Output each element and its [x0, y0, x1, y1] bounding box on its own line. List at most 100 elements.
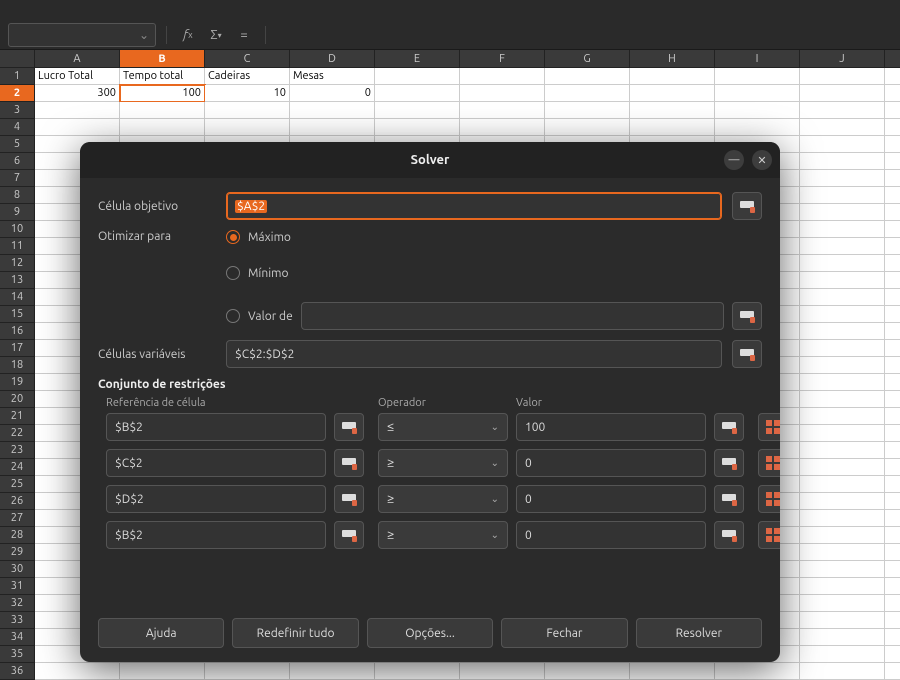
- radio-max[interactable]: Máximo: [226, 230, 762, 244]
- cell-J27[interactable]: [800, 510, 885, 527]
- column-header-J[interactable]: J: [800, 50, 885, 68]
- row-header-13[interactable]: 13: [0, 272, 35, 289]
- cell-E36[interactable]: [375, 663, 460, 680]
- cell-I2[interactable]: [715, 85, 800, 102]
- row-header-4[interactable]: 4: [0, 119, 35, 136]
- cell-C2[interactable]: 10: [205, 85, 290, 102]
- row-header-34[interactable]: 34: [0, 629, 35, 646]
- cell-D1[interactable]: Mesas: [290, 68, 375, 85]
- cell-F4[interactable]: [460, 119, 545, 136]
- cell-J25[interactable]: [800, 476, 885, 493]
- row-header-6[interactable]: 6: [0, 153, 35, 170]
- options-button[interactable]: Opções...: [367, 618, 493, 648]
- cell-J31[interactable]: [800, 578, 885, 595]
- cell-A4[interactable]: [35, 119, 120, 136]
- shrink-value-button[interactable]: [714, 449, 744, 477]
- column-header-F[interactable]: F: [460, 50, 545, 68]
- cell-J13[interactable]: [800, 272, 885, 289]
- cell-F1[interactable]: [460, 68, 545, 85]
- shrink-ref-button[interactable]: [334, 449, 364, 477]
- shrink-target-button[interactable]: [732, 192, 762, 220]
- cell-B36[interactable]: [120, 663, 205, 680]
- cell-A1[interactable]: Lucro Total: [35, 68, 120, 85]
- column-header-A[interactable]: A: [35, 50, 120, 68]
- cell-J8[interactable]: [800, 187, 885, 204]
- cell-J30[interactable]: [800, 561, 885, 578]
- column-header-C[interactable]: C: [205, 50, 290, 68]
- shrink-ref-button[interactable]: [334, 521, 364, 549]
- constraint-ref-input[interactable]: $B$2: [106, 413, 326, 441]
- cell-J6[interactable]: [800, 153, 885, 170]
- row-header-10[interactable]: 10: [0, 221, 35, 238]
- row-header-29[interactable]: 29: [0, 544, 35, 561]
- reset-button[interactable]: Redefinir tudo: [232, 618, 358, 648]
- row-header-24[interactable]: 24: [0, 459, 35, 476]
- cell-F2[interactable]: [460, 85, 545, 102]
- row-header-19[interactable]: 19: [0, 374, 35, 391]
- cell-I1[interactable]: [715, 68, 800, 85]
- column-header-E[interactable]: E: [375, 50, 460, 68]
- cell-J1[interactable]: [800, 68, 885, 85]
- cell-H36[interactable]: [630, 663, 715, 680]
- sum-icon[interactable]: Σ▾: [205, 24, 227, 46]
- cell-F3[interactable]: [460, 102, 545, 119]
- row-header-27[interactable]: 27: [0, 510, 35, 527]
- close-dialog-button[interactable]: Fechar: [501, 618, 627, 648]
- fx-icon[interactable]: fx: [177, 24, 199, 46]
- row-header-8[interactable]: 8: [0, 187, 35, 204]
- cell-G3[interactable]: [545, 102, 630, 119]
- cell-C1[interactable]: Cadeiras: [205, 68, 290, 85]
- column-header-D[interactable]: D: [290, 50, 375, 68]
- variable-cells-input[interactable]: $C$2:$D$2: [226, 340, 722, 368]
- constraint-ref-input[interactable]: $D$2: [106, 485, 326, 513]
- cell-J21[interactable]: [800, 408, 885, 425]
- cell-J11[interactable]: [800, 238, 885, 255]
- delete-constraint-button[interactable]: [758, 485, 780, 513]
- shrink-value-button[interactable]: [714, 413, 744, 441]
- cell-F36[interactable]: [460, 663, 545, 680]
- minimize-button[interactable]: —: [724, 150, 744, 170]
- row-header-36[interactable]: 36: [0, 663, 35, 680]
- row-header-18[interactable]: 18: [0, 357, 35, 374]
- row-header-12[interactable]: 12: [0, 255, 35, 272]
- cell-J35[interactable]: [800, 646, 885, 663]
- cell-J9[interactable]: [800, 204, 885, 221]
- row-header-14[interactable]: 14: [0, 289, 35, 306]
- row-header-23[interactable]: 23: [0, 442, 35, 459]
- shrink-vars-button[interactable]: [732, 340, 762, 368]
- row-header-20[interactable]: 20: [0, 391, 35, 408]
- row-header-5[interactable]: 5: [0, 136, 35, 153]
- row-header-35[interactable]: 35: [0, 646, 35, 663]
- cell-J33[interactable]: [800, 612, 885, 629]
- delete-constraint-button[interactable]: [758, 521, 780, 549]
- cell-J14[interactable]: [800, 289, 885, 306]
- row-header-9[interactable]: 9: [0, 204, 35, 221]
- cell-B1[interactable]: Tempo total: [120, 68, 205, 85]
- cell-J2[interactable]: [800, 85, 885, 102]
- cell-J22[interactable]: [800, 425, 885, 442]
- cell-J36[interactable]: [800, 663, 885, 680]
- row-header-3[interactable]: 3: [0, 102, 35, 119]
- cell-D36[interactable]: [290, 663, 375, 680]
- cell-J3[interactable]: [800, 102, 885, 119]
- cell-J24[interactable]: [800, 459, 885, 476]
- constraint-operator-select[interactable]: ≥⌄: [378, 521, 508, 549]
- cell-J7[interactable]: [800, 170, 885, 187]
- cell-D3[interactable]: [290, 102, 375, 119]
- close-button[interactable]: ✕: [752, 150, 772, 170]
- cell-J23[interactable]: [800, 442, 885, 459]
- cell-B2[interactable]: 100: [120, 85, 205, 102]
- radio-min[interactable]: Mínimo: [226, 266, 762, 280]
- cell-I3[interactable]: [715, 102, 800, 119]
- constraint-value-input[interactable]: 0: [516, 521, 706, 549]
- cell-G1[interactable]: [545, 68, 630, 85]
- row-header-30[interactable]: 30: [0, 561, 35, 578]
- cell-J16[interactable]: [800, 323, 885, 340]
- radio-valueof[interactable]: Valor de: [226, 309, 293, 323]
- row-header-21[interactable]: 21: [0, 408, 35, 425]
- cell-C36[interactable]: [205, 663, 290, 680]
- cell-H3[interactable]: [630, 102, 715, 119]
- cell-H2[interactable]: [630, 85, 715, 102]
- constraint-operator-select[interactable]: ≤⌄: [378, 413, 508, 441]
- cell-I36[interactable]: [715, 663, 800, 680]
